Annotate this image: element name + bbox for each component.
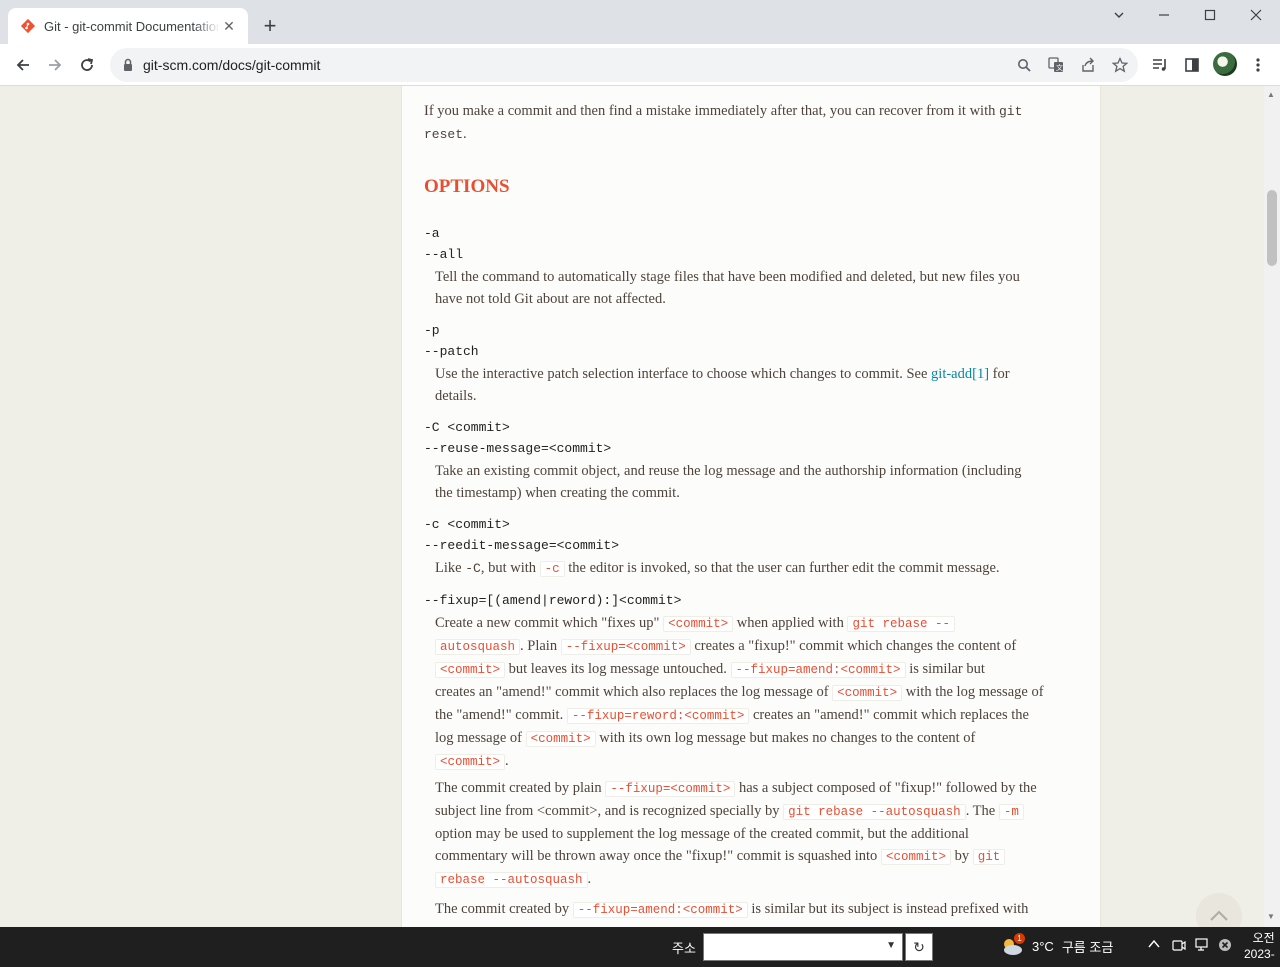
chevron-up-icon[interactable] — [1148, 938, 1160, 953]
git-logo-icon — [20, 18, 36, 34]
option-term: --fixup=[(amend|reword):]<commit> — [424, 593, 682, 608]
url-text: git-scm.com/docs/git-commit — [143, 57, 321, 73]
windows-taskbar: 주소 ▼ ↻ 1 3°C 구름 조금 오전 2023- — [0, 927, 1280, 967]
option-description: The commit created by --fixup=amend:<com… — [435, 901, 1029, 918]
options-heading: OPTIONS — [424, 176, 510, 197]
intro-paragraph: If you make a commit and then find a mis… — [424, 103, 1023, 142]
side-panel-icon[interactable] — [1180, 53, 1204, 77]
weather-desc: 구름 조금 — [1061, 939, 1114, 955]
tab-search-icon[interactable] — [1096, 0, 1142, 30]
bookmark-star-icon[interactable] — [1110, 55, 1130, 75]
option-term: -p — [424, 323, 440, 338]
address-toolbar-label: 주소 — [672, 941, 696, 956]
option-description: Use the interactive patch selection inte… — [435, 366, 1010, 404]
tab-title: Git - git-commit Documentation — [44, 18, 220, 34]
cloudy-weather-icon: 1 — [1000, 933, 1025, 957]
chevron-down-icon[interactable]: ▼ — [886, 940, 896, 951]
taskbar-address-input[interactable]: ▼ — [703, 933, 903, 961]
scroll-down-arrow-icon[interactable]: ▼ — [1267, 912, 1275, 921]
system-clock[interactable]: 오전 2023- — [1244, 930, 1275, 962]
weather-widget[interactable]: 1 3°C 구름 조금 — [1000, 933, 1114, 957]
browser-toolbar: git-scm.com/docs/git-commit 文 — [0, 44, 1280, 86]
reading-list-icon[interactable] — [1148, 53, 1172, 77]
forward-arrow-icon[interactable] — [41, 51, 69, 79]
scroll-thumb[interactable] — [1267, 190, 1277, 266]
weather-temp: 3°C — [1032, 938, 1054, 954]
option-term: -a — [424, 226, 440, 241]
address-bar[interactable]: git-scm.com/docs/git-commit 文 — [110, 48, 1138, 82]
option-description: Take an existing commit object, and reus… — [435, 463, 1022, 501]
close-window-icon[interactable] — [1233, 0, 1279, 30]
documentation-content: If you make a commit and then find a mis… — [401, 86, 1101, 927]
lock-icon[interactable] — [122, 58, 134, 77]
camera-icon[interactable] — [1172, 938, 1186, 955]
option-term: --patch — [424, 344, 479, 359]
reload-icon[interactable] — [73, 51, 101, 79]
new-tab-button[interactable]: + — [258, 13, 282, 38]
taskbar-go-button[interactable]: ↻ — [905, 933, 933, 961]
option-description: The commit created by plain --fixup=<com… — [435, 780, 1037, 888]
browser-tab[interactable]: Git - git-commit Documentation ✕ — [8, 8, 248, 44]
weather-badge: 1 — [1014, 933, 1025, 944]
network-icon[interactable] — [1195, 938, 1211, 955]
maximize-icon[interactable] — [1187, 0, 1233, 30]
chevron-up-icon — [1210, 910, 1228, 921]
back-arrow-icon[interactable] — [9, 51, 37, 79]
git-add-link[interactable]: git-add[1] — [931, 366, 989, 382]
page-scrollbar[interactable]: ▲ ▼ — [1264, 86, 1280, 927]
volume-muted-icon[interactable] — [1218, 938, 1232, 955]
option-term: -c <commit> — [424, 517, 510, 532]
more-menu-icon[interactable] — [1246, 53, 1270, 77]
search-icon[interactable] — [1014, 55, 1034, 75]
close-tab-icon[interactable]: ✕ — [220, 17, 238, 35]
svg-text:文: 文 — [1056, 63, 1063, 72]
profile-avatar[interactable] — [1213, 52, 1237, 76]
web-page: If you make a commit and then find a mis… — [0, 86, 1264, 927]
tab-bar: Git - git-commit Documentation ✕ + — [0, 0, 1280, 44]
scroll-up-arrow-icon[interactable]: ▲ — [1267, 90, 1275, 99]
option-description: Create a new commit which "fixes up" <co… — [435, 615, 1044, 770]
option-term: -C <commit> — [424, 420, 510, 435]
option-term: --reedit-message=<commit> — [424, 538, 620, 553]
option-term: --reuse-message=<commit> — [424, 441, 612, 456]
share-icon[interactable] — [1078, 55, 1098, 75]
option-description: Tell the command to automatically stage … — [435, 269, 1020, 307]
option-description: Like -C, but with -c the editor is invok… — [435, 560, 1000, 577]
translate-icon[interactable]: 文 — [1046, 55, 1066, 75]
option-term: --all — [424, 247, 464, 262]
minimize-icon[interactable] — [1141, 0, 1187, 30]
